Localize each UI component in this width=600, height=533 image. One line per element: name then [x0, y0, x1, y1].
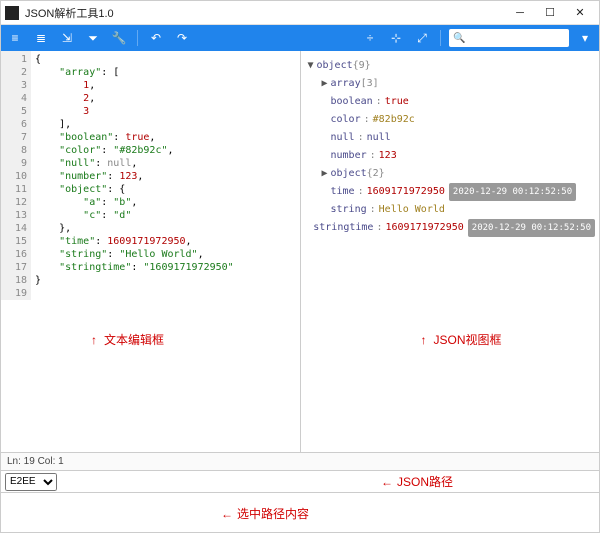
undo-icon[interactable]: ↶: [146, 28, 166, 48]
json-tree[interactable]: ▼object {9}▶array [3]boolean:truecolor:#…: [301, 51, 600, 243]
tree-row[interactable]: number:123: [305, 147, 596, 165]
tree-row[interactable]: ▼object {9}: [305, 57, 596, 75]
titlebar: JSON解析工具1.0 ─ ☐ ✕: [1, 1, 599, 25]
window-title: JSON解析工具1.0: [25, 5, 505, 21]
tree-row[interactable]: string:Hello World: [305, 201, 596, 219]
status-bar: Ln: 19 Col: 1: [1, 452, 599, 470]
main-split: 12345678910111213141516171819 { "array":…: [1, 51, 599, 452]
annotation-content: 选中路径内容: [221, 505, 309, 522]
split-h-icon[interactable]: ÷: [360, 28, 380, 48]
twisty-icon[interactable]: ▼: [305, 57, 317, 75]
time-badge: 2020-12-29 00:12:52:50: [449, 183, 576, 201]
annotation-editor: 文本编辑框: [91, 331, 164, 348]
tree-row[interactable]: ▶object {2}: [305, 165, 596, 183]
path-bar: E2EE JSON路径: [1, 470, 599, 492]
wrench-icon[interactable]: 🔧: [109, 28, 129, 48]
minimize-button[interactable]: ─: [505, 3, 535, 23]
tree-pane[interactable]: ▼object {9}▶array [3]boolean:truecolor:#…: [301, 51, 600, 452]
twisty-icon[interactable]: ▶: [319, 165, 331, 183]
filter-icon[interactable]: ⏷: [83, 28, 103, 48]
annotation-path: JSON路径: [381, 473, 453, 490]
search-icon: 🔍: [453, 33, 465, 44]
toolbar: ≡ ≣ ⇲ ⏷ 🔧 ↶ ↷ ÷ ⊹ ⤢ 🔍 ▾: [1, 25, 599, 51]
tree-row[interactable]: ▶array [3]: [305, 75, 596, 93]
tree-row[interactable]: boolean:true: [305, 93, 596, 111]
search-input[interactable]: [468, 33, 558, 44]
tree-row[interactable]: color:#82b92c: [305, 111, 596, 129]
maximize-button[interactable]: ☐: [535, 3, 565, 23]
search-box[interactable]: 🔍: [449, 29, 569, 47]
editor-pane[interactable]: 12345678910111213141516171819 { "array":…: [1, 51, 301, 452]
tree-row[interactable]: stringtime:16091719729502020-12-29 00:12…: [305, 219, 596, 237]
code-area[interactable]: { "array": [ 1, 2, 3 ], "boolean": true,…: [31, 51, 300, 302]
close-button[interactable]: ✕: [565, 3, 595, 23]
collapse-icon[interactable]: ⇲: [57, 28, 77, 48]
app-icon: [5, 6, 19, 20]
dropdown-icon[interactable]: ▾: [575, 28, 595, 48]
line-gutter: 12345678910111213141516171819: [1, 51, 31, 300]
tree-row[interactable]: null:null: [305, 129, 596, 147]
annotation-tree: JSON视图框: [421, 331, 502, 348]
time-badge: 2020-12-29 00:12:52:50: [468, 219, 595, 237]
path-select[interactable]: E2EE: [5, 473, 57, 491]
twisty-icon[interactable]: ▶: [319, 75, 331, 93]
cursor-position: Ln: 19 Col: 1: [7, 456, 64, 467]
align-right-icon[interactable]: ≣: [31, 28, 51, 48]
tree-row[interactable]: time:16091719729502020-12-29 00:12:52:50: [305, 183, 596, 201]
content-bar: 选中路径内容: [1, 492, 599, 532]
redo-icon[interactable]: ↷: [172, 28, 192, 48]
split-v-icon[interactable]: ⊹: [386, 28, 406, 48]
align-left-icon[interactable]: ≡: [5, 28, 25, 48]
expand-icon[interactable]: ⤢: [412, 28, 432, 48]
